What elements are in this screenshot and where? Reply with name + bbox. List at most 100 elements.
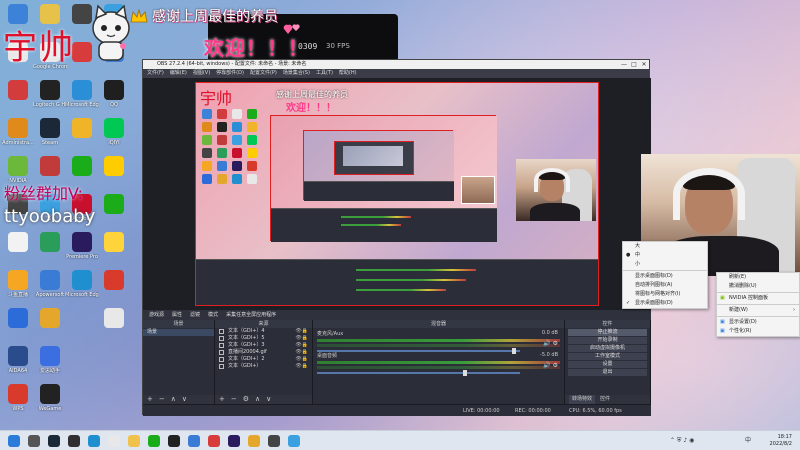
edge-icon[interactable]: [88, 435, 100, 447]
visibility-icon[interactable]: 👁🔒: [295, 328, 308, 335]
context-menu-item[interactable]: 自动排列图标(A): [623, 281, 707, 290]
control-button[interactable]: 设置: [568, 361, 647, 368]
desktop-icon[interactable]: [98, 308, 130, 348]
menu-item[interactable]: 文件(F): [147, 69, 164, 78]
desktop-icon[interactable]: Microsoft Edge: [65, 270, 99, 310]
desktop-icon[interactable]: WeGame: [34, 384, 66, 424]
speaker-icon[interactable]: 🔊 ⚙: [543, 340, 558, 347]
add-scene-icon[interactable]: +: [147, 395, 153, 404]
desktop-icon[interactable]: WPS: [2, 384, 34, 424]
app-icon[interactable]: [188, 435, 200, 447]
ime-indicator[interactable]: 中: [745, 431, 751, 450]
tray-icons[interactable]: ⌃ ⛨ ♪ ◉: [670, 431, 694, 450]
desktop-icon[interactable]: [2, 232, 34, 272]
scene-item[interactable]: 场景: [143, 329, 214, 336]
wechat-icon[interactable]: [148, 435, 160, 447]
desktop-icon[interactable]: [34, 308, 66, 348]
menu-item[interactable]: 配置文件(P): [250, 69, 277, 78]
context-menu-item[interactable]: ▣ 显示设置(D): [717, 318, 799, 327]
steam-icon[interactable]: [48, 435, 60, 447]
toolbar-item[interactable]: 游戏源: [149, 310, 164, 320]
menu-item[interactable]: 视图(V): [193, 69, 210, 78]
context-menu-item[interactable]: ● 中: [623, 251, 707, 260]
qq-icon[interactable]: [168, 435, 180, 447]
desktop-icon[interactable]: Administra...: [2, 118, 34, 158]
source-item[interactable]: 文本（GDI+）2 👁🔒: [215, 356, 312, 363]
toolbar-item[interactable]: 采集任意全屏应用程序: [226, 310, 276, 320]
toolbar-item[interactable]: 属性: [172, 310, 182, 320]
down-icon[interactable]: ∨: [182, 395, 187, 404]
desktop-icon[interactable]: [98, 194, 130, 234]
desktop-icon[interactable]: [66, 118, 98, 158]
source-item[interactable]: 直播间20004.gif 👁🔒: [215, 349, 312, 356]
minimize-button[interactable]: —: [619, 60, 629, 69]
volume-knob[interactable]: [463, 370, 468, 376]
speaker-icon[interactable]: 🔊 ⚙: [543, 362, 558, 369]
toolbar-item[interactable]: 滤镜: [190, 310, 200, 320]
desktop-icon[interactable]: 斗鱼直播: [2, 270, 34, 310]
chrome-icon[interactable]: [108, 435, 120, 447]
desktop-icon[interactable]: QQ: [98, 80, 130, 120]
visibility-icon[interactable]: 👁🔒: [295, 356, 308, 363]
desktop-icon[interactable]: [98, 270, 130, 310]
desktop-icon[interactable]: 爱思助手: [34, 346, 66, 386]
context-menu-item[interactable]: 小: [623, 260, 707, 269]
app5-icon[interactable]: [268, 435, 280, 447]
toolbar-item[interactable]: 模式: [208, 310, 218, 320]
down-icon[interactable]: ∨: [266, 395, 271, 404]
menu-item[interactable]: 帮助(H): [339, 69, 357, 78]
app2-icon[interactable]: [208, 435, 220, 447]
clock[interactable]: 18:17 2022/8/2: [770, 434, 792, 448]
search-icon[interactable]: [28, 435, 40, 447]
maximize-button[interactable]: □: [629, 60, 639, 69]
context-menu-item[interactable]: 大: [623, 242, 707, 251]
source-item[interactable]: 文本（GDI+）5 👁🔒: [215, 335, 312, 342]
obs-window[interactable]: OBS 27.2.4 (64-bit, windows) - 配置文件: 未命名…: [142, 59, 651, 416]
app6-icon[interactable]: [288, 435, 300, 447]
remove-source-icon[interactable]: −: [231, 395, 237, 404]
visibility-icon[interactable]: 👁🔒: [295, 342, 308, 349]
control-button[interactable]: 退出: [568, 369, 647, 376]
desktop-icon[interactable]: [2, 80, 34, 120]
volume-slider[interactable]: [317, 370, 520, 376]
desktop-icon[interactable]: [2, 308, 34, 348]
control-button[interactable]: 停止推流: [568, 329, 647, 336]
explorer-icon[interactable]: [128, 435, 140, 447]
menu-item[interactable]: 停靠部件(D): [216, 69, 244, 78]
context-menu-item[interactable]: 新建(W) ›: [717, 306, 799, 315]
remove-scene-icon[interactable]: −: [159, 395, 165, 404]
menu-item[interactable]: 工具(T): [316, 69, 333, 78]
app4-icon[interactable]: [248, 435, 260, 447]
desktop-icon[interactable]: [98, 156, 130, 196]
desktop-icon[interactable]: Premiere Pro: [66, 232, 98, 272]
desktop-icon[interactable]: Steam: [34, 118, 66, 158]
context-menu-item[interactable]: 将图标与网格对齐(I): [623, 290, 707, 299]
control-button[interactable]: 启动虚拟摄像机: [568, 345, 647, 352]
tab-controls[interactable]: 控件: [597, 395, 613, 404]
desktop-icon[interactable]: iQIYI: [98, 118, 130, 158]
obs-titlebar[interactable]: OBS 27.2.4 (64-bit, windows) - 配置文件: 未命名…: [143, 60, 649, 69]
control-button[interactable]: 开始录制: [568, 337, 647, 344]
desktop-icon[interactable]: Apowersoft: [34, 270, 66, 310]
control-button[interactable]: 工作室模式: [568, 353, 647, 360]
context-menu-item[interactable]: ✓ 显示桌面图标(D): [623, 299, 707, 308]
desktop-icon[interactable]: [98, 232, 130, 272]
app3-icon[interactable]: [228, 435, 240, 447]
context-menu-item[interactable]: 显示桌面图标(D): [623, 272, 707, 281]
context-menu-item[interactable]: 刷新(E): [717, 273, 799, 282]
source-item[interactable]: 文本（GDI+） 👁🔒: [215, 363, 312, 370]
desktop-icon[interactable]: Microsoft Edge: [65, 80, 99, 120]
add-source-icon[interactable]: +: [219, 395, 225, 404]
context-menu-item[interactable]: ▣ NVIDIA 控制面板: [717, 294, 799, 303]
up-icon[interactable]: ∧: [171, 395, 176, 404]
desktop-icon[interactable]: Logitech G HUB: [33, 80, 67, 120]
up-icon[interactable]: ∧: [255, 395, 260, 404]
source-item[interactable]: 文本（GDI+）3 👁🔒: [215, 342, 312, 349]
tab-transitions[interactable]: 转场特效: [569, 395, 596, 404]
menu-item[interactable]: 场景集合(S): [283, 69, 310, 78]
menu-item[interactable]: 编辑(E): [170, 69, 187, 78]
desktop-icon[interactable]: AIDA64: [2, 346, 34, 386]
start-icon[interactable]: [8, 435, 20, 447]
gear-icon[interactable]: ⚙: [243, 395, 249, 404]
close-button[interactable]: ✕: [639, 60, 649, 69]
